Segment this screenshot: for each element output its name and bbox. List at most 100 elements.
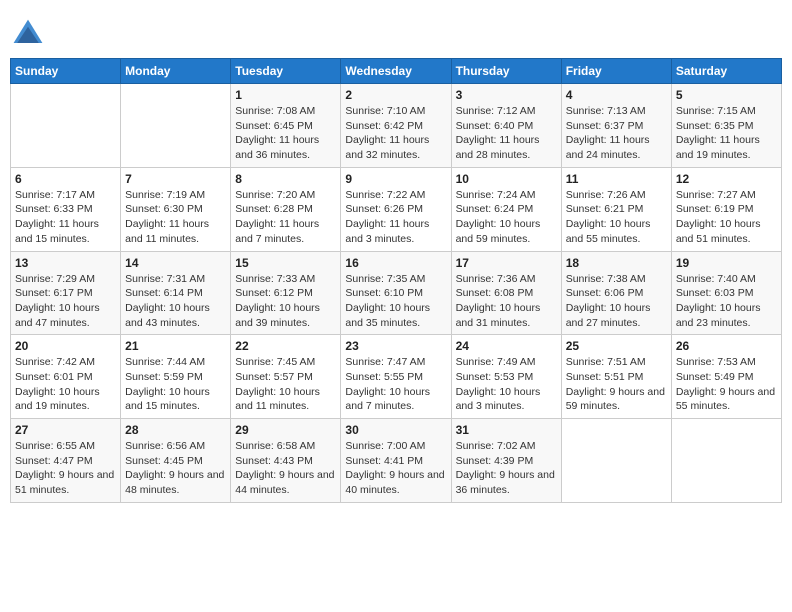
day-info: Sunrise: 7:40 AM Sunset: 6:03 PM Dayligh…	[676, 272, 777, 331]
day-number: 1	[235, 88, 336, 102]
day-info: Sunrise: 7:51 AM Sunset: 5:51 PM Dayligh…	[566, 355, 667, 414]
day-info: Sunrise: 7:33 AM Sunset: 6:12 PM Dayligh…	[235, 272, 336, 331]
calendar-cell: 31 Sunrise: 7:02 AM Sunset: 4:39 PM Dayli…	[451, 419, 561, 503]
calendar-cell: 18 Sunrise: 7:38 AM Sunset: 6:06 PM Dayli…	[561, 251, 671, 335]
day-info: Sunrise: 7:47 AM Sunset: 5:55 PM Dayligh…	[345, 355, 446, 414]
calendar-cell: 13 Sunrise: 7:29 AM Sunset: 6:17 PM Dayli…	[11, 251, 121, 335]
calendar-cell: 3 Sunrise: 7:12 AM Sunset: 6:40 PM Daylig…	[451, 84, 561, 168]
calendar-cell: 1 Sunrise: 7:08 AM Sunset: 6:45 PM Daylig…	[231, 84, 341, 168]
calendar-cell	[671, 419, 781, 503]
day-info: Sunrise: 7:02 AM Sunset: 4:39 PM Dayligh…	[456, 439, 557, 498]
day-info: Sunrise: 7:38 AM Sunset: 6:06 PM Dayligh…	[566, 272, 667, 331]
logo	[10, 16, 48, 52]
day-info: Sunrise: 7:08 AM Sunset: 6:45 PM Dayligh…	[235, 104, 336, 163]
day-number: 6	[15, 172, 116, 186]
day-number: 13	[15, 256, 116, 270]
calendar-cell: 11 Sunrise: 7:26 AM Sunset: 6:21 PM Dayli…	[561, 167, 671, 251]
day-number: 22	[235, 339, 336, 353]
day-info: Sunrise: 7:42 AM Sunset: 6:01 PM Dayligh…	[15, 355, 116, 414]
day-number: 12	[676, 172, 777, 186]
calendar-cell	[121, 84, 231, 168]
day-info: Sunrise: 7:12 AM Sunset: 6:40 PM Dayligh…	[456, 104, 557, 163]
calendar-cell: 7 Sunrise: 7:19 AM Sunset: 6:30 PM Daylig…	[121, 167, 231, 251]
day-info: Sunrise: 7:13 AM Sunset: 6:37 PM Dayligh…	[566, 104, 667, 163]
day-number: 7	[125, 172, 226, 186]
calendar-cell: 17Sunrise: 7:36 AM Sunset: 6:08 PM Dayli…	[451, 251, 561, 335]
day-info: Sunrise: 7:10 AM Sunset: 6:42 PM Dayligh…	[345, 104, 446, 163]
weekday-header-tuesday: Tuesday	[231, 59, 341, 84]
calendar-cell	[11, 84, 121, 168]
day-info: Sunrise: 7:44 AM Sunset: 5:59 PM Dayligh…	[125, 355, 226, 414]
page-header	[10, 10, 782, 52]
calendar-cell: 24 Sunrise: 7:49 AM Sunset: 5:53 PM Dayli…	[451, 335, 561, 419]
day-number: 17	[456, 256, 557, 270]
day-info: Sunrise: 7:24 AM Sunset: 6:24 PM Dayligh…	[456, 188, 557, 247]
day-number: 31	[456, 423, 557, 437]
day-number: 11	[566, 172, 667, 186]
calendar-cell: 12 Sunrise: 7:27 AM Sunset: 6:19 PM Dayli…	[671, 167, 781, 251]
day-number: 2	[345, 88, 446, 102]
calendar-cell: 27 Sunrise: 6:55 AM Sunset: 4:47 PM Dayli…	[11, 419, 121, 503]
calendar-cell: 15 Sunrise: 7:33 AM Sunset: 6:12 PM Dayli…	[231, 251, 341, 335]
day-number: 10	[456, 172, 557, 186]
day-number: 21	[125, 339, 226, 353]
calendar-cell: 28 Sunrise: 6:56 AM Sunset: 4:45 PM Dayli…	[121, 419, 231, 503]
calendar-cell: 14 Sunrise: 7:31 AM Sunset: 6:14 PM Dayli…	[121, 251, 231, 335]
day-number: 28	[125, 423, 226, 437]
calendar-cell: 23 Sunrise: 7:47 AM Sunset: 5:55 PM Dayli…	[341, 335, 451, 419]
day-number: 15	[235, 256, 336, 270]
calendar-cell: 19Sunrise: 7:40 AM Sunset: 6:03 PM Dayli…	[671, 251, 781, 335]
day-info: Sunrise: 7:45 AM Sunset: 5:57 PM Dayligh…	[235, 355, 336, 414]
day-number: 14	[125, 256, 226, 270]
day-info: Sunrise: 6:55 AM Sunset: 4:47 PM Dayligh…	[15, 439, 116, 498]
day-number: 3	[456, 88, 557, 102]
day-number: 30	[345, 423, 446, 437]
day-info: Sunrise: 7:17 AM Sunset: 6:33 PM Dayligh…	[15, 188, 116, 247]
calendar-cell: 5 Sunrise: 7:15 AM Sunset: 6:35 PM Daylig…	[671, 84, 781, 168]
day-number: 16	[345, 256, 446, 270]
day-info: Sunrise: 7:00 AM Sunset: 4:41 PM Dayligh…	[345, 439, 446, 498]
day-number: 9	[345, 172, 446, 186]
day-number: 24	[456, 339, 557, 353]
day-info: Sunrise: 7:31 AM Sunset: 6:14 PM Dayligh…	[125, 272, 226, 331]
calendar-cell: 26Sunrise: 7:53 AM Sunset: 5:49 PM Dayli…	[671, 335, 781, 419]
day-number: 5	[676, 88, 777, 102]
day-number: 20	[15, 339, 116, 353]
day-info: Sunrise: 7:22 AM Sunset: 6:26 PM Dayligh…	[345, 188, 446, 247]
day-number: 26	[676, 339, 777, 353]
day-info: Sunrise: 7:26 AM Sunset: 6:21 PM Dayligh…	[566, 188, 667, 247]
calendar-cell: 10 Sunrise: 7:24 AM Sunset: 6:24 PM Dayli…	[451, 167, 561, 251]
day-info: Sunrise: 7:19 AM Sunset: 6:30 PM Dayligh…	[125, 188, 226, 247]
day-info: Sunrise: 6:58 AM Sunset: 4:43 PM Dayligh…	[235, 439, 336, 498]
day-number: 23	[345, 339, 446, 353]
day-info: Sunrise: 7:29 AM Sunset: 6:17 PM Dayligh…	[15, 272, 116, 331]
calendar-cell: 16Sunrise: 7:35 AM Sunset: 6:10 PM Dayli…	[341, 251, 451, 335]
day-number: 8	[235, 172, 336, 186]
calendar-cell: 20 Sunrise: 7:42 AM Sunset: 6:01 PM Dayli…	[11, 335, 121, 419]
day-info: Sunrise: 6:56 AM Sunset: 4:45 PM Dayligh…	[125, 439, 226, 498]
day-info: Sunrise: 7:27 AM Sunset: 6:19 PM Dayligh…	[676, 188, 777, 247]
calendar-cell	[561, 419, 671, 503]
calendar-cell: 8 Sunrise: 7:20 AM Sunset: 6:28 PM Daylig…	[231, 167, 341, 251]
weekday-header-monday: Monday	[121, 59, 231, 84]
day-number: 25	[566, 339, 667, 353]
day-number: 18	[566, 256, 667, 270]
calendar-cell: 22 Sunrise: 7:45 AM Sunset: 5:57 PM Dayli…	[231, 335, 341, 419]
day-info: Sunrise: 7:15 AM Sunset: 6:35 PM Dayligh…	[676, 104, 777, 163]
weekday-header-wednesday: Wednesday	[341, 59, 451, 84]
day-number: 29	[235, 423, 336, 437]
weekday-header-friday: Friday	[561, 59, 671, 84]
day-number: 27	[15, 423, 116, 437]
weekday-header-thursday: Thursday	[451, 59, 561, 84]
calendar-cell: 29 Sunrise: 6:58 AM Sunset: 4:43 PM Dayli…	[231, 419, 341, 503]
day-info: Sunrise: 7:20 AM Sunset: 6:28 PM Dayligh…	[235, 188, 336, 247]
calendar-cell: 21 Sunrise: 7:44 AM Sunset: 5:59 PM Dayli…	[121, 335, 231, 419]
calendar-cell: 2 Sunrise: 7:10 AM Sunset: 6:42 PM Daylig…	[341, 84, 451, 168]
calendar-cell: 25 Sunrise: 7:51 AM Sunset: 5:51 PM Dayli…	[561, 335, 671, 419]
calendar-cell: 9 Sunrise: 7:22 AM Sunset: 6:26 PM Daylig…	[341, 167, 451, 251]
calendar-cell: 30 Sunrise: 7:00 AM Sunset: 4:41 PM Dayli…	[341, 419, 451, 503]
day-info: Sunrise: 7:49 AM Sunset: 5:53 PM Dayligh…	[456, 355, 557, 414]
calendar-table: SundayMondayTuesdayWednesdayThursdayFrid…	[10, 58, 782, 503]
weekday-header-sunday: Sunday	[11, 59, 121, 84]
day-number: 4	[566, 88, 667, 102]
